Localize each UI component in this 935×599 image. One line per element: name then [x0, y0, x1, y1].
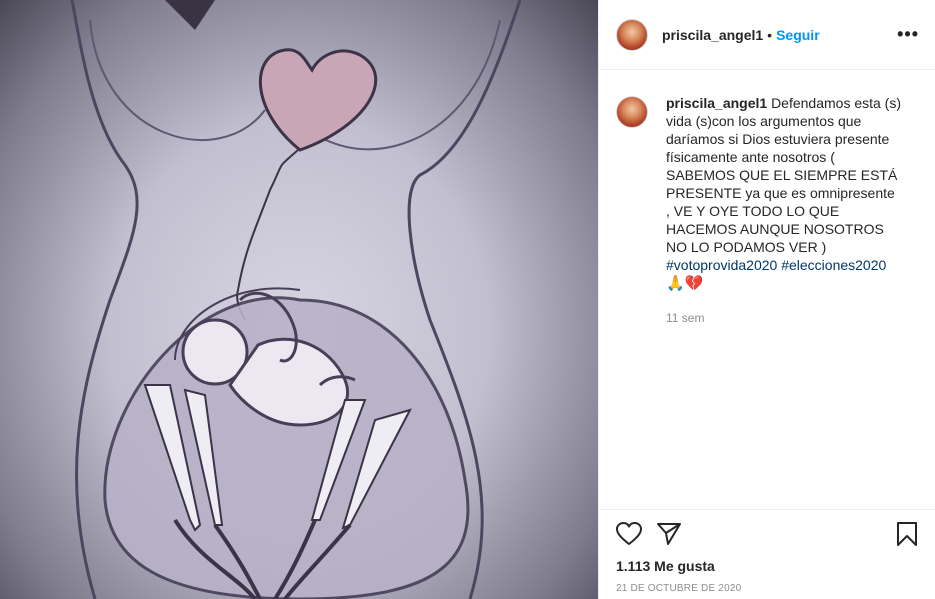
post-side-panel: priscila_angel1 • Seguir ••• priscila_an…	[600, 0, 935, 599]
paper-plane-icon[interactable]	[656, 522, 682, 551]
follow-button[interactable]: Seguir	[776, 27, 820, 43]
heart-outline-icon[interactable]	[616, 522, 642, 551]
post-date: 21 DE OCTUBRE DE 2020	[616, 583, 742, 594]
post-time[interactable]: 11 sem	[666, 309, 902, 327]
separator-dot: •	[767, 26, 773, 43]
post-caption: priscila_angel1 Defendamos esta (s) vida…	[616, 94, 916, 327]
post-image[interactable]	[0, 0, 599, 599]
caption-emojis: 🙏💔	[666, 275, 704, 292]
bookmark-icon[interactable]	[896, 522, 918, 551]
username-link[interactable]: priscila_angel1	[662, 27, 763, 43]
caption-username-link[interactable]: priscila_angel1	[666, 95, 767, 111]
post-illustration	[70, 0, 522, 599]
caption-text: Defendamos esta (s) vida (s)con los argu…	[666, 95, 902, 255]
caption-body: priscila_angel1 Defendamos esta (s) vida…	[666, 94, 902, 327]
avatar[interactable]	[616, 18, 648, 51]
caption-avatar[interactable]	[616, 96, 648, 128]
likes-count[interactable]: 1.113 Me gusta	[616, 558, 715, 574]
post-footer: 1.113 Me gusta 21 DE OCTUBRE DE 2020	[600, 509, 935, 599]
action-bar	[616, 522, 919, 550]
more-options-button[interactable]: •••	[897, 25, 919, 43]
post-header: priscila_angel1 • Seguir •••	[600, 0, 935, 70]
caption-hashtags[interactable]: #votoprovida2020 #elecciones2020	[666, 257, 886, 273]
